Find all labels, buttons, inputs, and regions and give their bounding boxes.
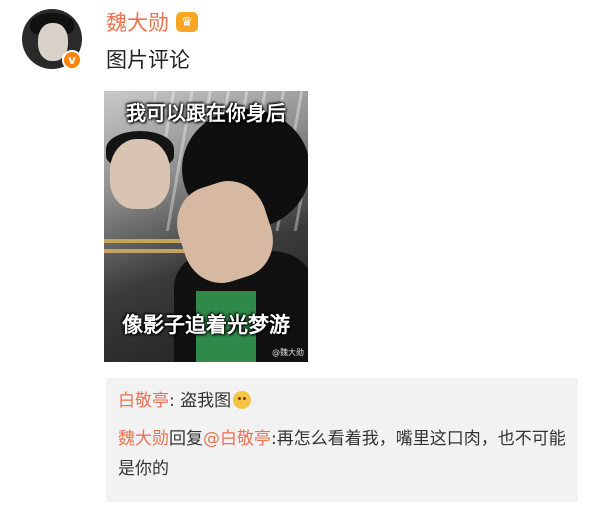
reply-item: 魏大勋回复@白敬亭:再怎么看着我，嘴里这口肉，也不可能是你的 (118, 424, 570, 484)
comment-image[interactable]: 我可以跟在你身后 像影子追着光梦游 @魏大勋 (104, 91, 308, 362)
image-caption-top: 我可以跟在你身后 (126, 101, 286, 125)
vip-crown-icon[interactable]: ♛ (176, 12, 198, 32)
comment-text: 图片评论 (106, 48, 190, 72)
reply-separator: : (169, 391, 181, 411)
reply-action: 回复 (169, 429, 203, 449)
verified-badge-icon: v (62, 50, 82, 70)
reply-text: 盗我图 (180, 391, 232, 411)
reply-user-link[interactable]: 白敬亭 (118, 391, 169, 411)
cat-emoji-icon (233, 391, 252, 409)
reply-user-link[interactable]: 魏大勋 (118, 429, 169, 449)
reply-item: 白敬亭: 盗我图 (118, 386, 252, 416)
reply-box: 白敬亭: 盗我图 魏大勋回复@白敬亭:再怎么看着我，嘴里这口肉，也不可能是你的 (106, 378, 578, 502)
reply-mention-link[interactable]: @白敬亭 (203, 429, 271, 449)
username-link[interactable]: 魏大勋 (106, 10, 169, 36)
image-watermark: @魏大勋 (272, 348, 304, 357)
image-caption-bottom: 像影子追着光梦游 (122, 313, 290, 337)
boy-face (110, 139, 170, 209)
